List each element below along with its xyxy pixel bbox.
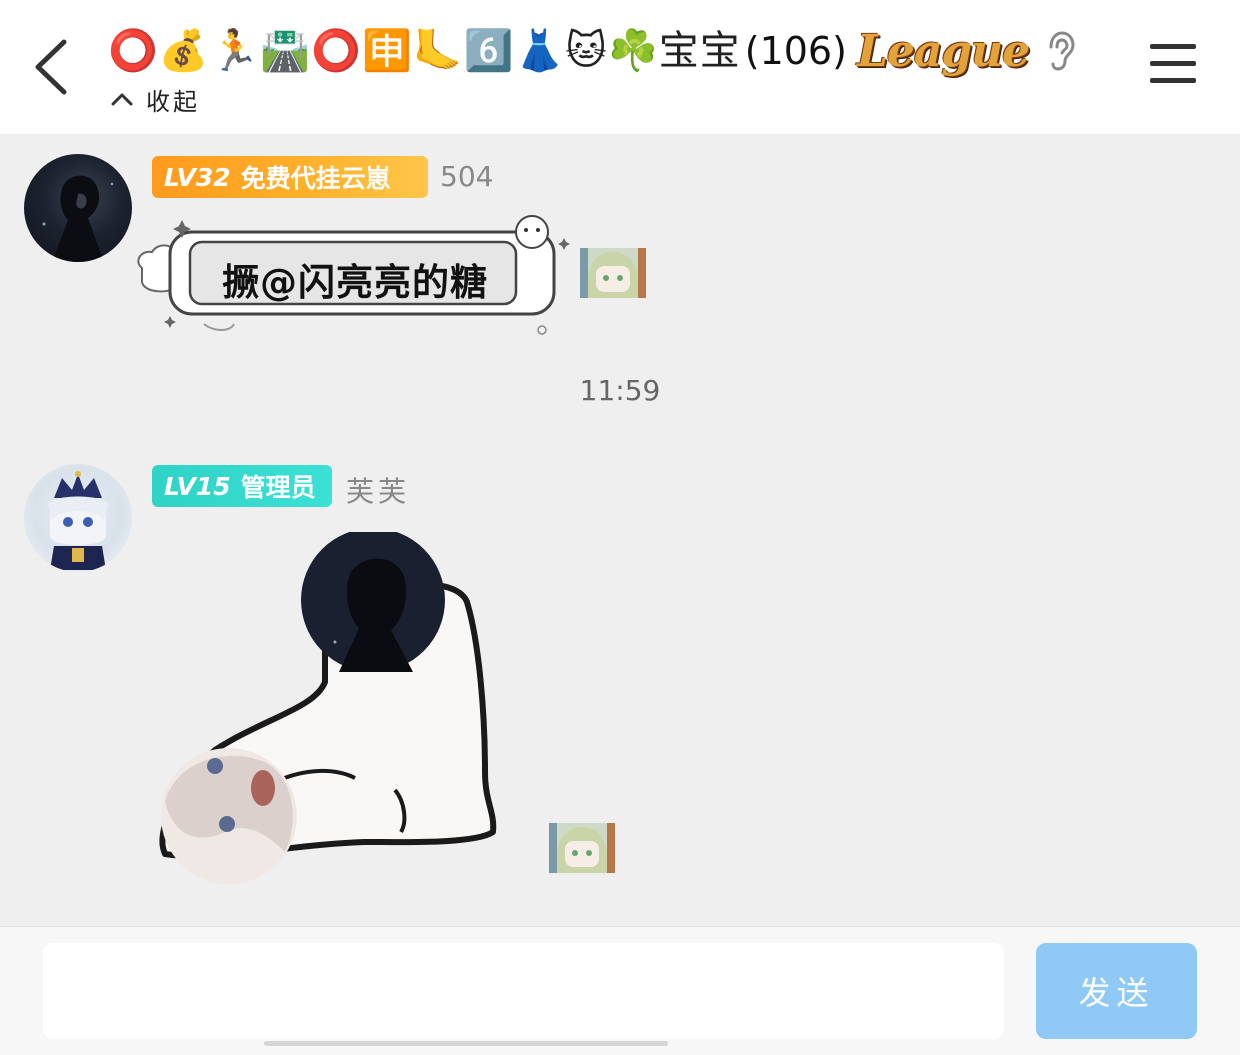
send-button[interactable]: 发送 (1036, 943, 1197, 1039)
sticker-text: 撅@闪亮亮的糖 (222, 261, 488, 304)
chibi-character-avatar-icon (48, 471, 108, 570)
chevron-up-icon (111, 93, 133, 106)
sticker-bubble[interactable]: 撅@闪亮亮的糖 (134, 208, 574, 344)
group-title-emojis: ⭕💰🏃🛣️⭕🈸🦶6️⃣👗🐱☘️宝宝 (108, 28, 741, 74)
badge-title: 免费代挂云崽 (240, 164, 391, 193)
badge-title: 管理员 (240, 473, 316, 502)
collapse-button[interactable]: 收起 (110, 84, 200, 116)
chevron-left-icon (35, 39, 67, 95)
message-timestamp: 11:59 (579, 374, 661, 407)
dark-figure-avatar-icon (42, 175, 114, 262)
group-member-count: (106) (744, 29, 847, 73)
hamburger-menu-icon (1150, 44, 1196, 49)
scroll-indicator (264, 1041, 668, 1046)
read-receipt-avatar (580, 248, 646, 298)
meme-sticker-icon (159, 528, 497, 884)
sender-avatar[interactable] (24, 154, 132, 262)
level-label: LV15 (164, 471, 231, 501)
hamburger-menu-button[interactable] (1150, 44, 1200, 88)
group-title: ⭕💰🏃🛣️⭕🈸🦶6️⃣👗🐱☘️宝宝 (106) League (108, 22, 1077, 80)
user-level-badge: LV32 免费代挂云崽 (152, 156, 428, 198)
sender-avatar[interactable] (24, 464, 132, 572)
sender-nickname: 芙芙 (346, 475, 411, 508)
ear-icon[interactable] (1043, 29, 1077, 73)
message-input-bar: 发送 (0, 926, 1240, 1055)
sender-nickname: 504 (440, 160, 494, 193)
chat-header: ⭕💰🏃🛣️⭕🈸🦶6️⃣👗🐱☘️宝宝 (106) League 收起 (0, 0, 1240, 134)
league-logo: League (856, 25, 1030, 77)
read-receipt-avatar (549, 823, 615, 873)
message-input[interactable] (43, 943, 1004, 1039)
meme-image[interactable] (155, 528, 501, 888)
back-button[interactable] (26, 36, 82, 98)
level-label: LV32 (164, 162, 231, 192)
collapse-label: 收起 (146, 87, 200, 116)
user-level-badge: LV15 管理员 (152, 465, 332, 507)
girl-avatar-icon (549, 823, 615, 873)
girl-avatar-icon (580, 248, 646, 298)
